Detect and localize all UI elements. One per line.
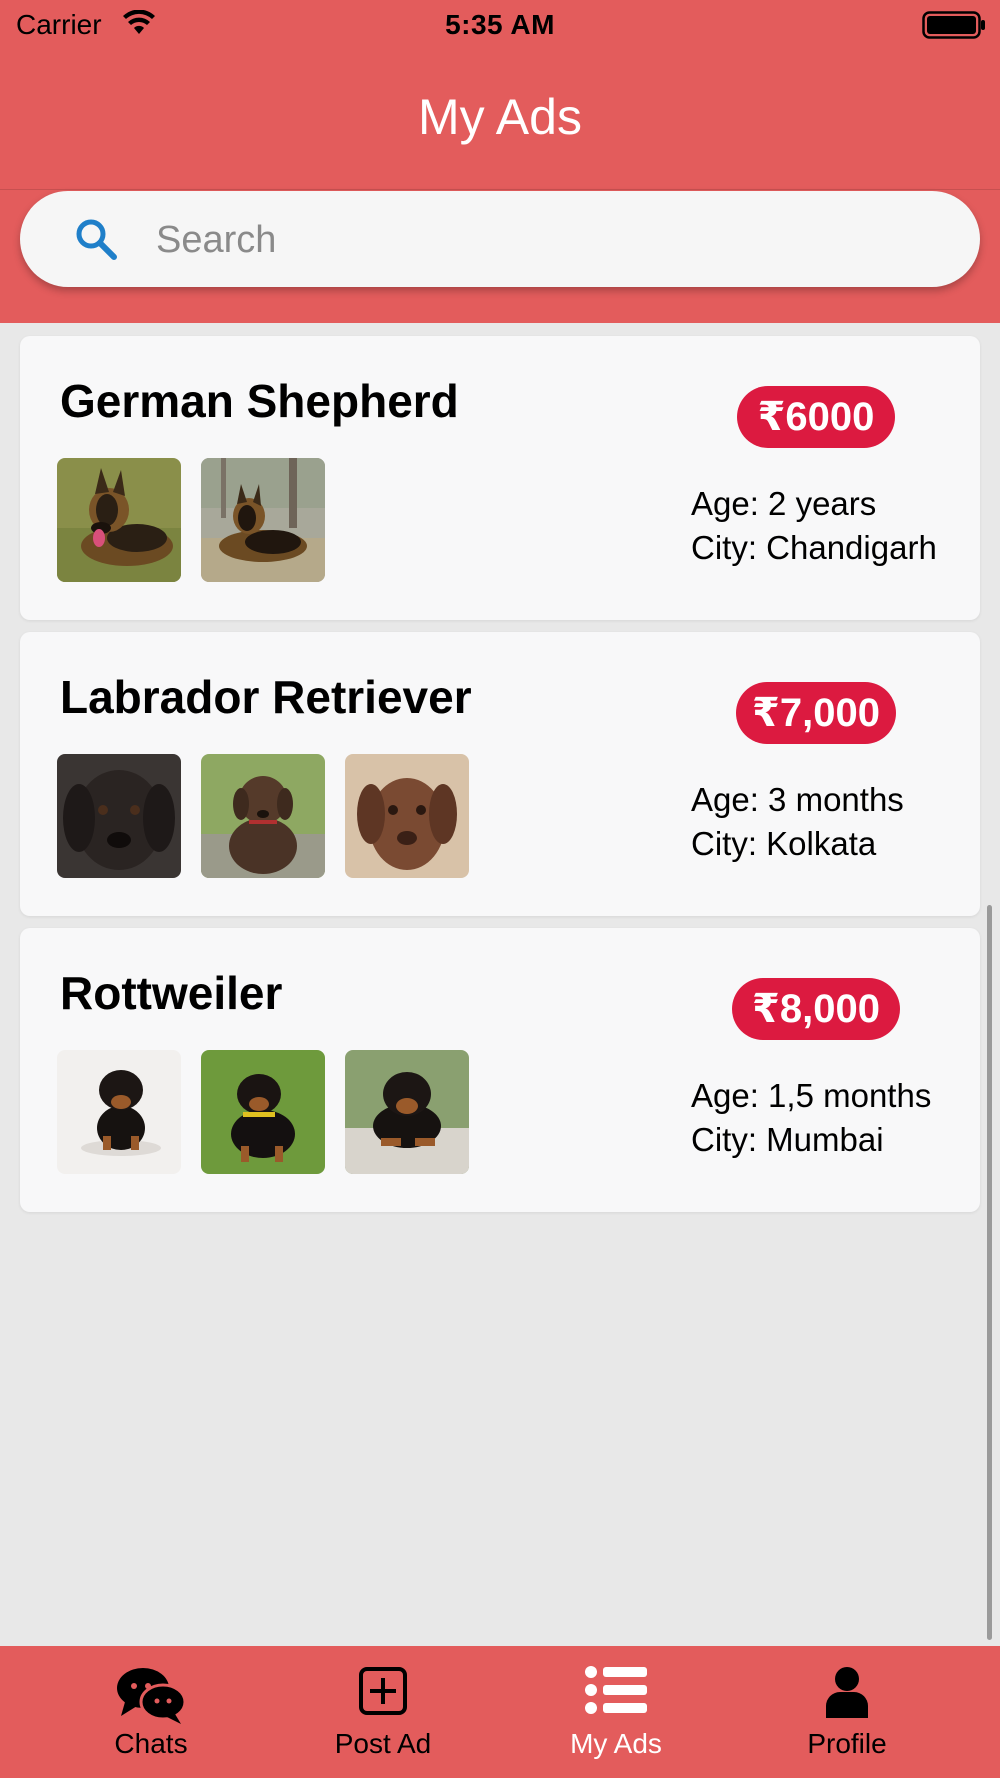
dog-photo[interactable] [345, 1050, 469, 1174]
ad-photos [57, 754, 469, 878]
ad-info: Age: 3 months City: Kolkata [691, 778, 904, 866]
ad-age: Age: 2 years [691, 485, 877, 522]
price-badge: ₹8,000 [732, 978, 900, 1040]
tab-my-ads[interactable]: My Ads [491, 1646, 741, 1778]
app-header: Carrier 5:35 AM My Ads [0, 0, 1000, 323]
ad-title: Rottweiler [60, 967, 283, 1019]
dog-photo[interactable] [57, 1050, 181, 1174]
tab-label: Chats [114, 1728, 188, 1759]
ad-card-rottweiler[interactable]: Rottweiler ₹8,000 Age: 1,5 months City: … [20, 928, 980, 1212]
dog-photo[interactable] [57, 754, 181, 878]
ad-info: Age: 1,5 months City: Mumbai [691, 1074, 931, 1162]
price-badge: ₹6000 [737, 386, 895, 448]
ad-city: City: Chandigarh [691, 529, 937, 566]
dog-photo[interactable] [201, 1050, 325, 1174]
tab-bar: Chats Post Ad My Ads Profile [0, 1646, 1000, 1778]
header-divider [0, 189, 1000, 190]
tab-post-ad[interactable]: Post Ad [258, 1646, 508, 1778]
plus-square-icon [258, 1666, 508, 1716]
dog-photo[interactable] [201, 754, 325, 878]
ad-title: German Shepherd [60, 375, 459, 427]
ad-photos [57, 458, 325, 582]
scroll-indicator[interactable] [987, 905, 992, 1640]
ad-card-german-shepherd[interactable]: German Shepherd ₹6000 Age: 2 years City:… [20, 336, 980, 620]
battery-icon [922, 11, 986, 46]
ad-info: Age: 2 years City: Chandigarh [691, 482, 937, 570]
dog-photo[interactable] [345, 754, 469, 878]
ad-age: Age: 1,5 months [691, 1077, 932, 1114]
tab-label: My Ads [570, 1728, 662, 1759]
ad-title: Labrador Retriever [60, 671, 472, 723]
ad-photos [57, 1050, 469, 1174]
status-bar: Carrier 5:35 AM [0, 0, 1000, 50]
search-bar[interactable] [20, 191, 980, 287]
chat-bubbles-icon [26, 1666, 276, 1724]
list-icon [491, 1666, 741, 1714]
search-input[interactable] [154, 209, 938, 271]
tab-label: Profile [807, 1728, 887, 1759]
user-icon [722, 1666, 972, 1718]
page-title: My Ads [418, 89, 582, 145]
tab-label: Post Ad [334, 1728, 432, 1759]
price-badge: ₹7,000 [736, 682, 896, 744]
tab-profile[interactable]: Profile [722, 1646, 972, 1778]
ad-city: City: Kolkata [691, 825, 877, 862]
dog-photo[interactable] [57, 458, 181, 582]
ad-card-labrador-retriever[interactable]: Labrador Retriever ₹7,000 Age: 3 months … [20, 632, 980, 916]
dog-photo[interactable] [201, 458, 325, 582]
ad-city: City: Mumbai [691, 1121, 884, 1158]
status-time: 5:35 AM [445, 9, 555, 40]
search-icon [72, 215, 120, 268]
ad-age: Age: 3 months [691, 781, 904, 818]
tab-chats[interactable]: Chats [26, 1646, 276, 1778]
